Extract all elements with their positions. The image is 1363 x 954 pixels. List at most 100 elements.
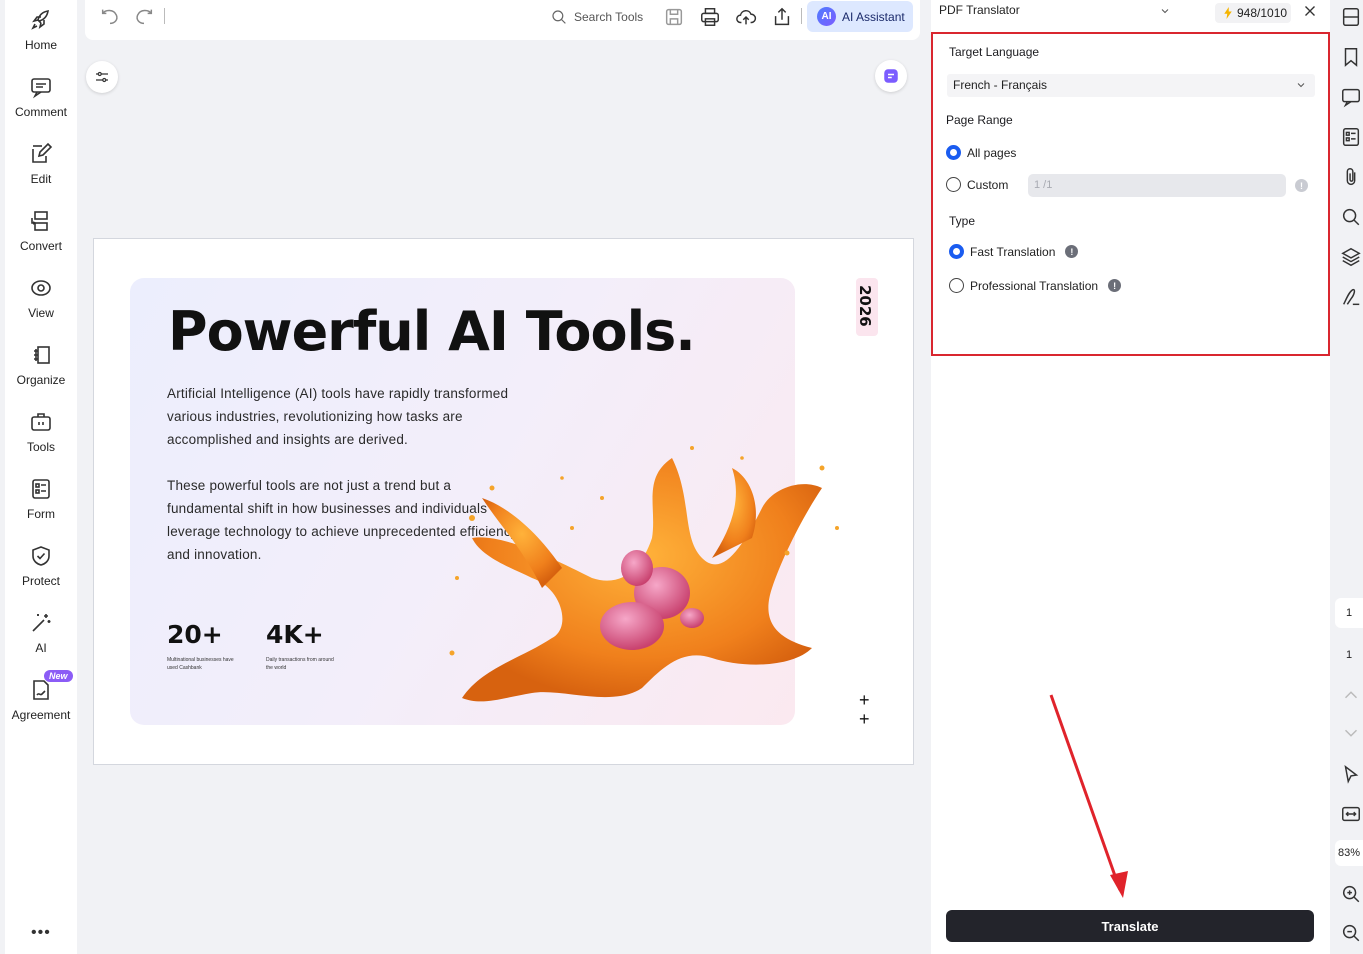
nav-ai[interactable]: AI xyxy=(5,607,77,667)
comment-icon xyxy=(31,78,51,99)
tool-select-dropdown[interactable]: PDF Translator xyxy=(939,3,1177,23)
nav-comment-label: Comment xyxy=(14,105,67,119)
nav-tools-label: Tools xyxy=(26,440,55,454)
zoom-in-icon[interactable] xyxy=(1340,883,1362,905)
nav-home[interactable]: Home xyxy=(5,4,77,64)
fast-translation-radio[interactable] xyxy=(949,244,964,259)
plus-mark: + xyxy=(859,709,870,729)
info-icon[interactable]: ! xyxy=(1065,245,1079,258)
form-icon xyxy=(32,479,50,499)
search-icon xyxy=(552,10,566,24)
new-badge: New xyxy=(44,670,73,682)
document-title: Powerful AI Tools. xyxy=(168,300,696,363)
sliders-icon xyxy=(96,71,108,83)
chevron-down-icon xyxy=(1297,83,1305,88)
ai-assistant-label: AI Assistant xyxy=(842,9,905,24)
custom-range-radio[interactable] xyxy=(946,177,961,192)
chevron-up-icon[interactable] xyxy=(1340,684,1362,706)
translate-button[interactable]: Translate xyxy=(946,910,1314,942)
nav-edit[interactable]: Edit xyxy=(5,138,77,198)
nav-organize[interactable]: Organize xyxy=(5,339,77,399)
search-tools-label: Search Tools xyxy=(574,10,644,24)
stat-caption: Daily transactions from around the world xyxy=(266,657,334,671)
zoom-level[interactable]: 83% xyxy=(1335,840,1363,866)
year-label: 2026 xyxy=(856,285,874,327)
fast-translation-option[interactable]: Fast Translation ! xyxy=(949,244,1079,259)
nav-convert-label: Convert xyxy=(19,239,63,253)
nav-organize-label: Organize xyxy=(16,373,66,387)
bookmark-icon[interactable] xyxy=(1340,46,1362,68)
right-sidebar xyxy=(1331,0,1363,954)
coral-illustration xyxy=(449,446,839,702)
tool-select-value: PDF Translator xyxy=(939,3,1020,17)
info-icon[interactable]: ! xyxy=(1295,179,1308,192)
comment-icon[interactable] xyxy=(1340,86,1362,108)
target-language-dropdown[interactable]: French - Français xyxy=(947,74,1315,97)
more-options-button[interactable]: ••• xyxy=(31,924,51,942)
nav-protect[interactable]: Protect xyxy=(5,540,77,600)
search-tools-button[interactable]: Search Tools xyxy=(550,6,643,28)
close-icon[interactable] xyxy=(1301,2,1319,20)
fit-page-icon[interactable] xyxy=(1340,803,1362,825)
all-pages-option[interactable]: All pages xyxy=(946,145,1016,160)
nav-view[interactable]: View xyxy=(5,272,77,332)
lightning-icon xyxy=(1224,7,1232,19)
top-toolbar: Search Tools AI AI Assistant xyxy=(85,0,920,40)
redo-icon[interactable] xyxy=(133,6,155,28)
all-pages-label: All pages xyxy=(967,145,1017,160)
total-pages: 1 xyxy=(1345,649,1353,661)
attachment-icon[interactable] xyxy=(1340,166,1362,188)
ai-logo-icon: AI xyxy=(817,7,836,26)
all-pages-radio[interactable] xyxy=(946,145,961,160)
cloud-upload-icon[interactable] xyxy=(735,6,757,28)
ai-sidebar-toggle-button[interactable] xyxy=(875,60,907,92)
nav-home-label: Home xyxy=(24,38,57,52)
select-cursor-icon[interactable] xyxy=(1340,764,1362,786)
nav-edit-label: Edit xyxy=(30,172,52,186)
share-icon[interactable] xyxy=(771,6,793,28)
edit-icon xyxy=(32,142,53,163)
ai-chat-icon xyxy=(884,69,898,83)
print-icon[interactable] xyxy=(699,6,721,28)
nav-form[interactable]: Form xyxy=(5,473,77,533)
hero-card: Powerful AI Tools. Artificial Intelligen… xyxy=(130,278,839,725)
chevron-down-icon xyxy=(1161,9,1169,14)
chevron-down-icon[interactable] xyxy=(1340,722,1362,744)
layers-icon[interactable] xyxy=(1340,246,1362,268)
search-icon[interactable] xyxy=(1340,206,1362,228)
form-fields-icon[interactable] xyxy=(1340,126,1362,148)
nav-agreement-label: Agreement xyxy=(11,708,71,722)
ai-assistant-button[interactable]: AI AI Assistant xyxy=(807,1,913,32)
left-navigation: Home Comment Edit Convert View Organize … xyxy=(5,0,77,954)
nav-tools[interactable]: Tools xyxy=(5,406,77,466)
info-icon[interactable]: ! xyxy=(1108,279,1122,292)
rocket-icon xyxy=(31,10,49,30)
undo-icon[interactable] xyxy=(99,6,121,28)
zoom-out-icon[interactable] xyxy=(1340,922,1362,944)
type-heading: Type xyxy=(949,214,976,228)
nav-protect-label: Protect xyxy=(21,574,60,588)
target-language-heading: Target Language xyxy=(949,45,1040,59)
professional-translation-option[interactable]: Professional Translation ! xyxy=(949,278,1122,293)
organize-icon xyxy=(34,346,50,364)
shield-icon xyxy=(32,546,50,566)
signature-icon[interactable] xyxy=(1340,286,1362,308)
custom-range-option[interactable]: Custom xyxy=(946,177,1008,192)
magic-wand-icon xyxy=(32,614,51,632)
custom-range-input[interactable]: 1 /1 xyxy=(1028,174,1286,197)
translation-options-box: Target Language French - Français Page R… xyxy=(931,32,1330,356)
plus-mark: + xyxy=(859,690,870,710)
nav-convert[interactable]: Convert xyxy=(5,205,77,265)
save-icon[interactable] xyxy=(663,6,685,28)
nav-ai-label: AI xyxy=(35,641,47,655)
view-settings-button[interactable] xyxy=(86,61,118,93)
view-icon xyxy=(31,280,51,296)
pdf-page: Powerful AI Tools. Artificial Intelligen… xyxy=(93,238,914,765)
panel-header: PDF Translator 948/1010 xyxy=(931,0,1330,26)
current-page-input[interactable]: 1 xyxy=(1335,598,1363,628)
nav-comment[interactable]: Comment xyxy=(5,71,77,131)
nav-view-label: View xyxy=(28,306,54,320)
panel-layout-icon[interactable] xyxy=(1340,6,1362,28)
nav-agreement[interactable]: New Agreement xyxy=(5,670,77,734)
professional-translation-radio[interactable] xyxy=(949,278,964,293)
